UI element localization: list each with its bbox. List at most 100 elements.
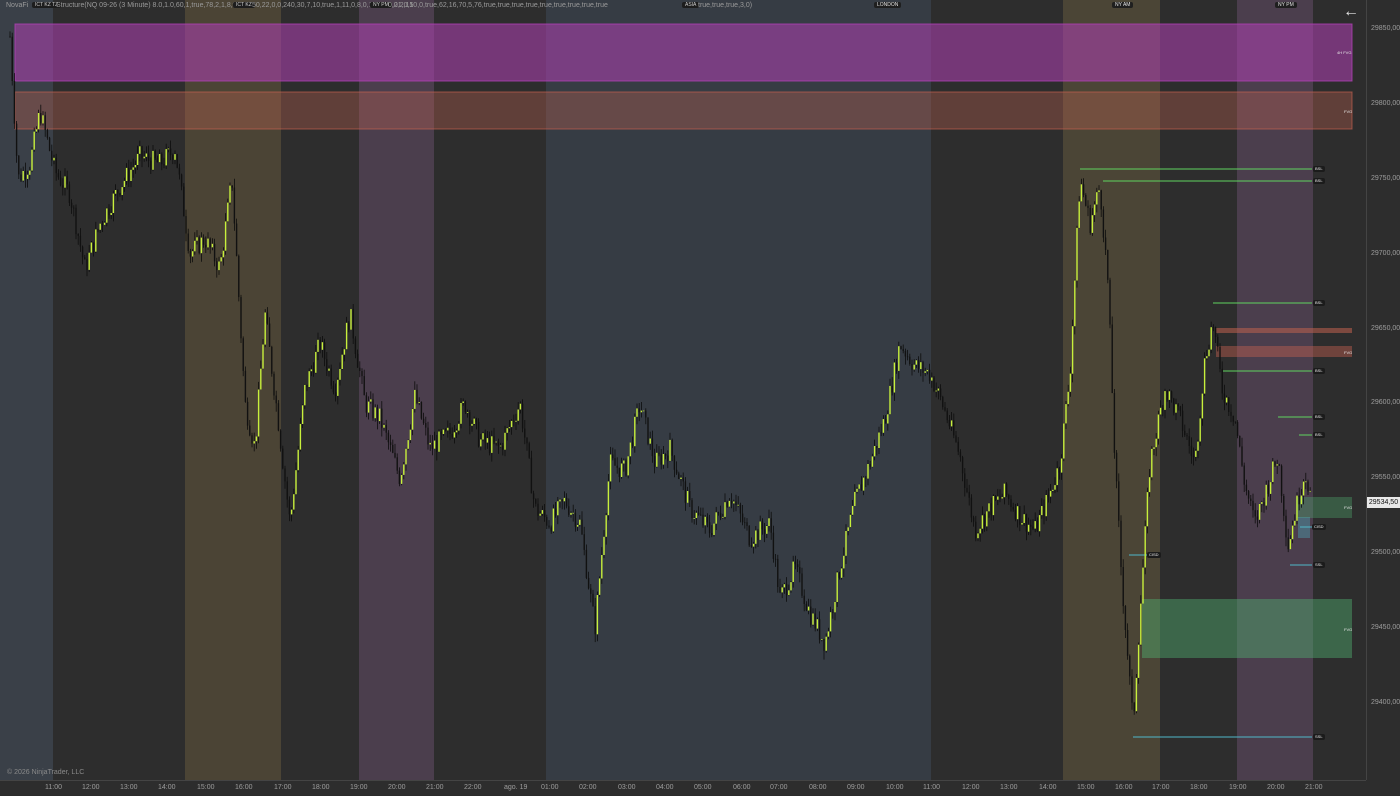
candle-body: [420, 402, 423, 419]
candle-body: [689, 491, 691, 501]
candle-body: [477, 422, 480, 447]
candle-body: [1197, 441, 1199, 451]
candle-body: [920, 362, 922, 370]
candle-body: [814, 613, 816, 629]
candle-body: [898, 346, 900, 371]
candle-body: [869, 464, 871, 467]
candle-body: [715, 512, 717, 524]
candle-body: [849, 514, 852, 528]
price-axis[interactable]: 29850,00 29800,00 29750,00 29700,00 29650,00…: [1366, 0, 1400, 780]
candle-body: [829, 612, 832, 632]
candle-body: [323, 342, 326, 360]
candle-body: [623, 460, 625, 464]
candle-body: [777, 558, 779, 587]
candle-body: [519, 403, 522, 410]
candle-body: [497, 441, 500, 447]
candle-body: [502, 445, 504, 450]
candle-body: [576, 524, 579, 527]
candle-body: [491, 436, 493, 453]
candle-body: [909, 356, 911, 364]
candle-body: [339, 369, 341, 380]
candle-body: [772, 532, 775, 559]
candle-body: [176, 154, 178, 168]
candle-body: [1038, 515, 1041, 532]
candle-body: [1148, 477, 1151, 493]
candle-body: [444, 429, 447, 431]
chart-area[interactable]: NovaFi ICT KZ TZ Structure(NQ 09-26 (3 M…: [0, 0, 1400, 795]
candle-body: [24, 171, 27, 179]
candle-body: [18, 155, 20, 175]
candle-body: [161, 154, 163, 165]
back-arrow-icon[interactable]: ←: [1341, 3, 1361, 21]
candle-body: [785, 584, 788, 596]
candle-body: [585, 549, 588, 578]
candle-body: [1291, 525, 1294, 540]
candle-body: [570, 512, 572, 515]
candle-body: [922, 362, 924, 373]
candle-body: [1221, 368, 1223, 394]
candle-body: [473, 418, 475, 424]
candle-body: [526, 437, 528, 444]
candle-body: [200, 237, 203, 254]
candle-body: [1195, 450, 1197, 457]
time-axis[interactable]: 11:00 12:00 13:00 14:00 15:00 16:00 17:00 18:00…: [0, 780, 1366, 796]
time-tick-label: 18:00: [312, 784, 330, 791]
candle-body: [937, 388, 940, 391]
candle-body: [1214, 327, 1217, 337]
candle-body: [53, 157, 55, 161]
candle-body: [44, 115, 46, 130]
candle-body: [132, 167, 134, 170]
candle-body: [51, 150, 53, 161]
candle-body: [187, 233, 189, 251]
candle-body: [1287, 537, 1289, 550]
candle-body: [275, 395, 277, 404]
candle-body: [185, 216, 187, 234]
candle-body: [1201, 393, 1204, 419]
candle-body: [517, 409, 519, 421]
candle-body: [1008, 495, 1010, 500]
candle-body: [1096, 192, 1098, 205]
candle-body: [697, 512, 700, 515]
candle-body: [381, 408, 383, 428]
candle-body: [1272, 461, 1274, 482]
candle-body: [939, 388, 942, 397]
candle-body: [882, 419, 885, 433]
candle-body: [1067, 391, 1069, 405]
time-tick-label: 14:00: [1039, 784, 1057, 791]
candle-body: [1118, 481, 1120, 521]
candle-body: [521, 403, 524, 429]
candle-body: [631, 442, 634, 447]
candle-body: [748, 526, 750, 546]
candle-body: [1146, 492, 1149, 527]
candle-body: [1074, 280, 1076, 327]
bsl-label: BSL: [1313, 166, 1325, 172]
fvg-zone-red: [1216, 346, 1352, 357]
candle-body: [400, 474, 403, 484]
header-prefix: NovaFi: [6, 2, 29, 9]
header-params-3: 0,21,0,10,0,true,62,16,70,5,76,true,true…: [388, 2, 608, 9]
time-tick-label: 14:00: [158, 784, 176, 791]
candle-body: [130, 169, 132, 181]
candle-body: [64, 176, 66, 188]
time-tick-label: 02:00: [579, 784, 597, 791]
candle-body: [348, 322, 350, 330]
candle-body: [1236, 422, 1239, 436]
candle-body: [1030, 524, 1032, 527]
candle-body: [543, 510, 546, 517]
candle-body: [876, 446, 878, 448]
candle-body: [286, 481, 288, 500]
candle-body: [878, 432, 880, 448]
candle-body: [75, 207, 77, 235]
candle-body: [873, 446, 876, 457]
candle-body: [475, 418, 478, 422]
fvg-zone-small: [1216, 328, 1352, 333]
candle-body: [1168, 391, 1171, 400]
candle-body: [1122, 567, 1124, 607]
candle-body: [926, 369, 929, 372]
price-chart[interactable]: [0, 0, 1366, 780]
candle-body: [288, 499, 291, 515]
candle-body: [211, 243, 214, 248]
candle-body: [994, 496, 997, 500]
candle-body: [691, 500, 693, 518]
candle-body: [986, 511, 988, 527]
